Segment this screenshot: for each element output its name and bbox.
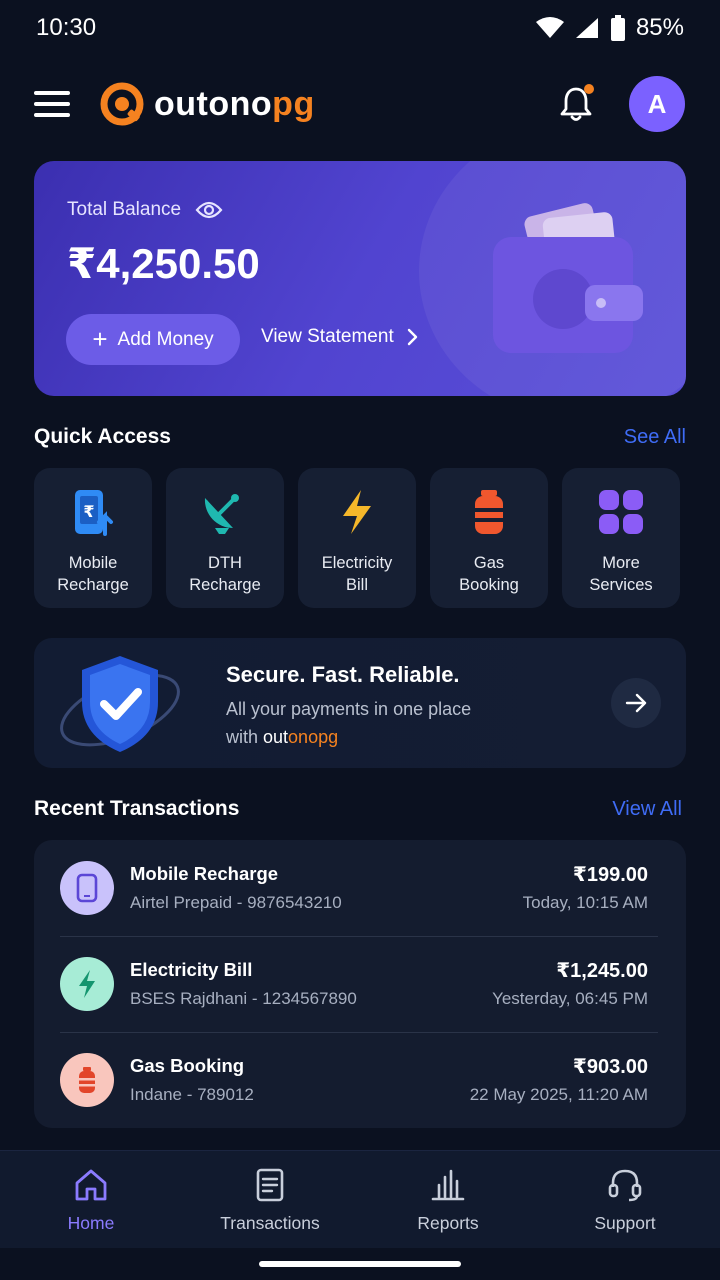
nav-label: Reports	[417, 1213, 479, 1233]
promo-banner[interactable]: Secure. Fast. Reliable. All your payment…	[34, 638, 686, 768]
lightning-icon	[343, 490, 371, 534]
bottom-nav: Home Transactions Reports Support	[0, 1150, 720, 1248]
quick-item-label: More Services	[589, 554, 653, 594]
transaction-amount: ₹199.00	[572, 864, 648, 886]
gas-cylinder-icon	[79, 1067, 95, 1093]
transaction-icon-circle	[60, 1053, 114, 1107]
status-time: 10:30	[36, 14, 97, 41]
transaction-row[interactable]: Mobile Recharge Airtel Prepaid - 9876543…	[34, 840, 686, 936]
transaction-time: Today, 10:15 AM	[522, 893, 648, 912]
nav-label: Support	[594, 1213, 656, 1233]
plus-icon: +	[92, 323, 108, 354]
view-statement-label: View Statement	[261, 326, 394, 347]
quick-mobile-recharge[interactable]: ₹ Mobile Recharge	[34, 468, 152, 608]
quick-item-label: Gas Booking	[459, 554, 519, 594]
quick-access-grid: ₹ Mobile Recharge DTH Recharge Electrici…	[34, 468, 686, 608]
balance-card: Total Balance ₹4,250.50 + Add Money View…	[34, 161, 686, 396]
grid-icon	[599, 490, 643, 534]
notification-button[interactable]	[556, 84, 596, 124]
battery-icon	[610, 15, 625, 41]
transaction-name: Electricity Bill	[130, 959, 253, 980]
view-all-link[interactable]: View All	[612, 798, 682, 821]
nav-home[interactable]: Home	[21, 1167, 161, 1234]
home-icon	[75, 1169, 107, 1201]
balance-label-row: Total Balance	[67, 199, 223, 221]
quick-item-label: Mobile Recharge	[57, 554, 129, 594]
promo-line1: All your payments in one place	[226, 699, 472, 719]
view-statement-link[interactable]: View Statement	[261, 326, 418, 348]
status-bar: 10:30 85%	[0, 0, 720, 56]
nav-label: Home	[67, 1213, 115, 1233]
menu-icon[interactable]	[34, 91, 70, 117]
phone-icon	[76, 873, 98, 903]
transaction-row[interactable]: Electricity Bill BSES Rajdhani - 1234567…	[34, 936, 686, 1032]
add-money-label: Add Money	[117, 328, 214, 350]
quick-more-services[interactable]: More Services	[562, 468, 680, 608]
transaction-amount: ₹903.00	[572, 1056, 648, 1078]
balance-label: Total Balance	[67, 199, 182, 220]
arrow-right-icon	[625, 693, 647, 713]
nav-support[interactable]: Support	[555, 1167, 695, 1234]
transaction-icon-circle	[60, 861, 114, 915]
wifi-icon	[535, 17, 564, 38]
shield-check-icon	[60, 656, 180, 752]
quick-access-header: Quick Access See All	[34, 425, 686, 449]
mobile-recharge-icon: ₹	[75, 490, 113, 536]
notification-dot	[584, 84, 594, 94]
gas-cylinder-icon	[475, 490, 503, 534]
logo-mark-icon	[100, 82, 144, 126]
promo-line2: with outonopg	[226, 727, 339, 747]
quick-item-label: Electricity Bill	[321, 554, 393, 594]
transaction-detail: BSES Rajdhani - 1234567890	[130, 989, 357, 1008]
wallet-icon	[493, 203, 643, 353]
receipt-icon	[256, 1168, 284, 1202]
transaction-detail: Indane - 789012	[130, 1085, 254, 1104]
promo-arrow-button[interactable]	[611, 678, 661, 728]
signal-icon	[575, 18, 598, 38]
nav-label: Transactions	[220, 1213, 320, 1233]
logo-text: outonopg	[154, 84, 315, 123]
quick-gas-booking[interactable]: Gas Booking	[430, 468, 548, 608]
promo-subtitle: All your payments in one place with outo…	[226, 695, 471, 751]
headset-icon	[608, 1169, 642, 1202]
recent-transactions-title: Recent Transactions	[34, 797, 240, 820]
nav-transactions[interactable]: Transactions	[200, 1167, 340, 1234]
quick-item-label: DTH Recharge	[189, 554, 261, 594]
quick-access-title: Quick Access	[34, 425, 171, 448]
lightning-icon	[79, 970, 95, 998]
transaction-time: Yesterday, 06:45 PM	[492, 989, 648, 1008]
status-icons: 85%	[535, 14, 684, 42]
see-all-link[interactable]: See All	[624, 426, 686, 449]
quick-dth-recharge[interactable]: DTH Recharge	[166, 468, 284, 608]
promo-brand: outonopg	[263, 727, 339, 747]
chevron-right-icon	[407, 328, 417, 346]
transaction-time: 22 May 2025, 11:20 AM	[469, 1085, 648, 1104]
promo-title: Secure. Fast. Reliable.	[226, 662, 460, 687]
app-logo: outonopg	[98, 80, 315, 128]
transaction-name: Mobile Recharge	[130, 863, 279, 884]
home-indicator[interactable]	[259, 1261, 461, 1267]
app-bar: outonopg A	[0, 70, 720, 138]
transaction-name: Gas Booking	[130, 1055, 245, 1076]
recent-transactions-header: Recent Transactions View All	[34, 797, 682, 821]
transactions-list: Mobile Recharge Airtel Prepaid - 9876543…	[34, 840, 686, 1128]
satellite-dish-icon	[204, 494, 239, 534]
transaction-detail: Airtel Prepaid - 9876543210	[130, 893, 342, 912]
avatar[interactable]: A	[629, 76, 685, 132]
svg-text:₹: ₹	[83, 502, 94, 521]
transaction-amount: ₹1,245.00	[556, 960, 648, 982]
add-money-button[interactable]: + Add Money	[66, 314, 240, 365]
eye-icon[interactable]	[195, 200, 223, 220]
balance-amount: ₹4,250.50	[67, 240, 260, 287]
transaction-icon-circle	[60, 957, 114, 1011]
battery-level: 85%	[635, 14, 684, 41]
nav-reports[interactable]: Reports	[378, 1167, 518, 1234]
transaction-row[interactable]: Gas Booking Indane - 789012 ₹903.00 22 M…	[34, 1032, 686, 1128]
bar-chart-icon	[431, 1169, 465, 1201]
quick-electricity-bill[interactable]: Electricity Bill	[298, 468, 416, 608]
